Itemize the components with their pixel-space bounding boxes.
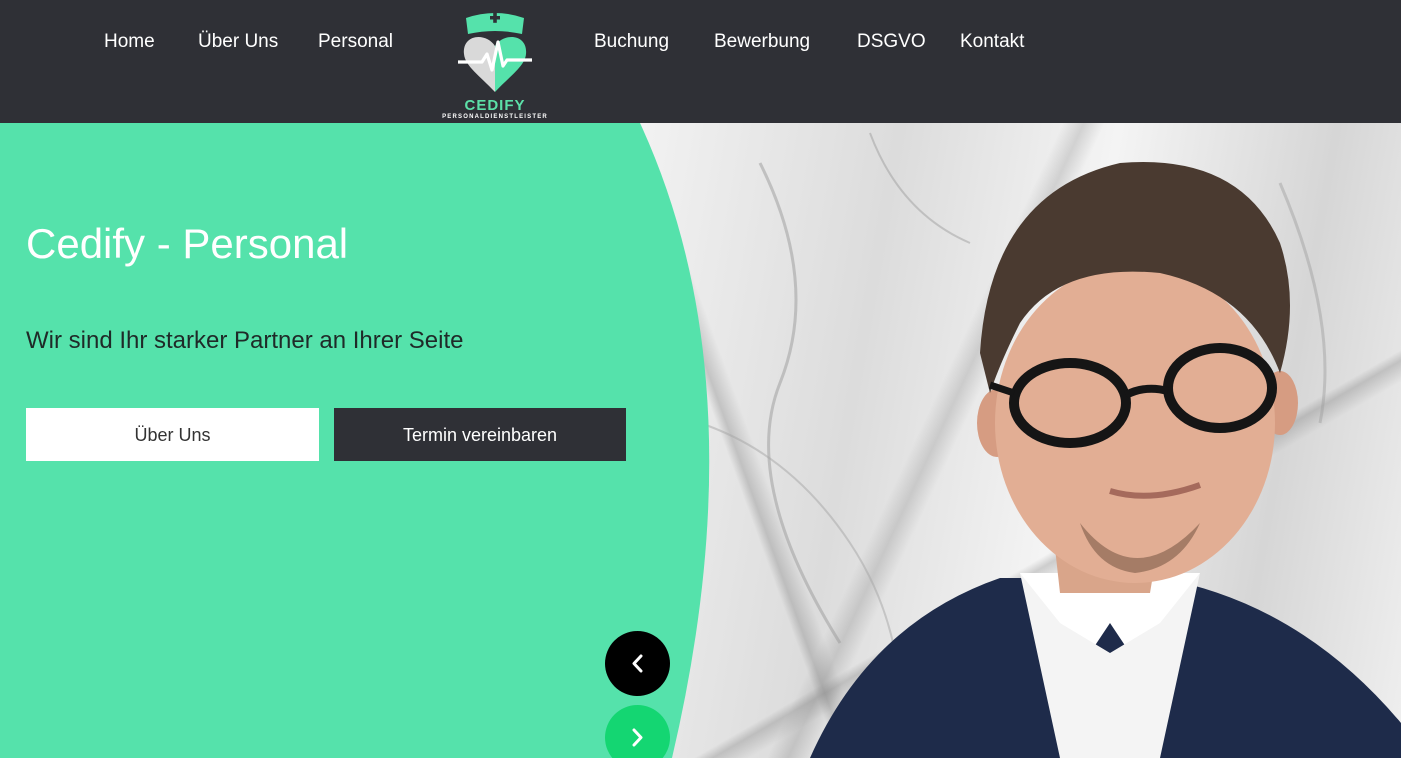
chevron-left-icon: [632, 654, 643, 673]
termin-vereinbaren-button[interactable]: Termin vereinbaren: [334, 408, 626, 461]
logo-tagline: PERSONALDIENSTLEISTER: [442, 114, 548, 120]
hero-photo: [640, 123, 1401, 758]
hero-subtitle: Wir sind Ihr starker Partner an Ihrer Se…: [26, 327, 464, 354]
nav-buchung[interactable]: Buchung: [594, 30, 669, 54]
person-portrait-image: [699, 132, 1401, 758]
ueber-uns-button[interactable]: Über Uns: [26, 408, 319, 461]
nav-kontakt[interactable]: Kontakt: [960, 30, 1024, 54]
slider-prev-button[interactable]: [605, 631, 670, 696]
nurse-heart-logo-icon: [458, 12, 532, 92]
hero-slider: Cedify - Personal Wir sind Ihr starker P…: [0, 123, 1401, 758]
nav-bewerbung[interactable]: Bewerbung: [714, 30, 810, 54]
hero-title: Cedify - Personal: [26, 220, 349, 267]
chevron-right-icon: [632, 728, 643, 747]
nav-ueber-uns[interactable]: Über Uns: [198, 30, 278, 54]
nav-dsgvo[interactable]: DSGVO: [857, 30, 926, 54]
nav-personal[interactable]: Personal: [318, 30, 393, 54]
site-logo[interactable]: CEDIFY PERSONALDIENSTLEISTER: [438, 10, 552, 122]
site-header: Home Über Uns Personal CEDIFY PERSONALDI…: [0, 0, 1401, 123]
nav-home[interactable]: Home: [104, 30, 155, 54]
logo-name: CEDIFY: [464, 97, 526, 114]
